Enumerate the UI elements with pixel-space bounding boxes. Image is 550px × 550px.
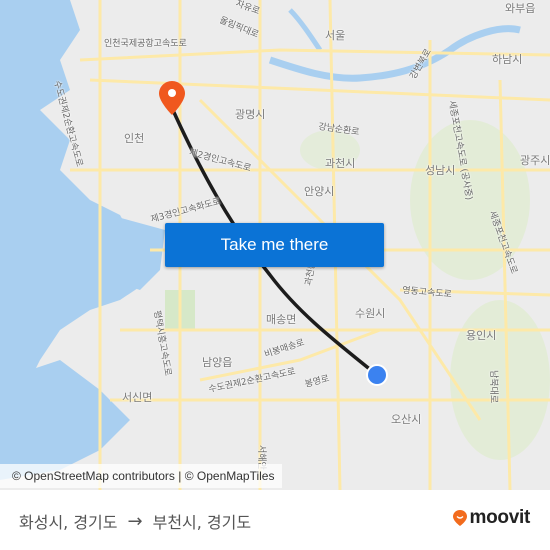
take-me-there-button[interactable]: Take me there — [165, 223, 384, 267]
city-label: 과천시 — [325, 157, 356, 170]
city-label: 서울 — [325, 29, 346, 42]
arrow-right-icon: → — [127, 510, 143, 532]
city-label: 광명시 — [235, 108, 266, 121]
city-label: 수원시 — [355, 307, 386, 320]
origin-dot-icon[interactable] — [365, 363, 389, 387]
map-view[interactable]: 서울 와부읍 하남시 광주시 성남시 과천시 안양시 광명시 인천 수원시 용인… — [0, 0, 550, 490]
city-label: 와부읍 — [505, 2, 536, 15]
destination-name: 부천시, 경기도 — [152, 513, 252, 532]
route-title: 화성시, 경기도 → 부천시, 경기도 — [19, 509, 251, 533]
moovit-logo[interactable]: moovit — [452, 507, 530, 529]
city-label: 성남시 — [425, 164, 456, 177]
bay-water — [110, 215, 165, 290]
brand-name: moovit — [469, 507, 531, 528]
city-label: 용인시 — [466, 329, 497, 342]
sea-water-south — [0, 360, 130, 480]
city-label: 오산시 — [391, 413, 422, 426]
city-label: 서신면 — [122, 391, 153, 404]
city-label: 안양시 — [304, 185, 335, 198]
sea-water — [0, 0, 150, 420]
city-label: 매송면 — [266, 313, 297, 326]
city-label: 광주시 — [520, 154, 550, 167]
destination-pin-icon[interactable] — [158, 80, 186, 116]
road-label: 인천국제공항고속도로 — [104, 39, 187, 49]
map-attribution[interactable]: © OpenStreetMap contributors | © OpenMap… — [0, 464, 283, 488]
road-label: 남북대로 — [488, 370, 498, 404]
origin-name: 화성시, 경기도 — [19, 513, 118, 532]
footer-bar: 화성시, 경기도 → 부천시, 경기도 moovit — [0, 490, 550, 550]
moovit-pin-icon — [452, 510, 467, 526]
city-label: 하남시 — [492, 53, 523, 66]
city-label: 남양읍 — [202, 356, 233, 369]
city-label: 인천 — [124, 132, 145, 145]
